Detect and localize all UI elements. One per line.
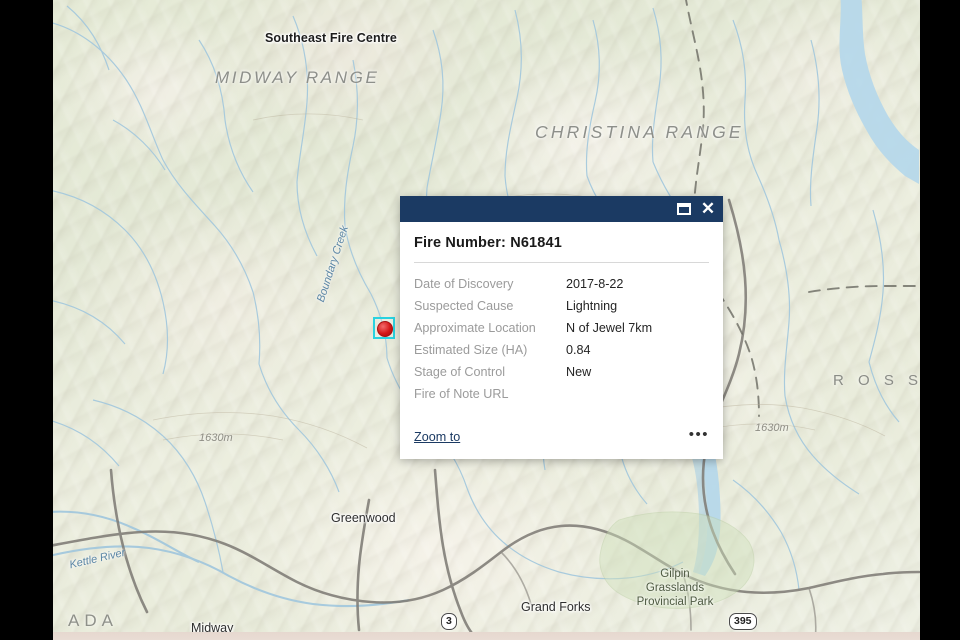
feature-info-popup[interactable]: ✕ Fire Number: N61841 Date of Discovery … bbox=[400, 196, 723, 459]
attribute-value: 2017-8-22 bbox=[566, 277, 624, 291]
screenshot-stage: Southeast Fire Centre MIDWAY RANGE CHRIS… bbox=[0, 0, 960, 640]
popup-title-bar: ✕ bbox=[400, 196, 723, 222]
attribute-label: Approximate Location bbox=[414, 321, 536, 335]
table-row: Suspected Cause Lightning bbox=[414, 295, 709, 317]
more-actions-icon[interactable]: ••• bbox=[689, 427, 709, 446]
attribute-value: New bbox=[566, 365, 592, 379]
protected-area-polygon bbox=[599, 511, 755, 609]
attribute-label: Stage of Control bbox=[414, 365, 506, 379]
popup-title: Fire Number: N61841 bbox=[414, 235, 562, 251]
maximize-icon[interactable] bbox=[677, 203, 691, 215]
kettle-river bbox=[53, 510, 410, 608]
attribute-value: N of Jewel 7km bbox=[566, 321, 653, 335]
attribute-value: 0.84 bbox=[566, 343, 591, 357]
attribute-label: Suspected Cause bbox=[414, 299, 514, 313]
attribute-label: Estimated Size (HA) bbox=[414, 343, 528, 357]
map-attribution-strip bbox=[53, 632, 920, 640]
table-row: Fire of Note URL bbox=[414, 383, 709, 405]
popup-divider bbox=[414, 262, 709, 263]
letterbox-bar-left bbox=[0, 0, 53, 640]
table-row: Stage of Control New bbox=[414, 361, 709, 383]
table-row: Date of Discovery 2017-8-22 bbox=[414, 273, 709, 295]
table-row: Approximate Location N of Jewel 7km bbox=[414, 317, 709, 339]
feature-attribute-table: Date of Discovery 2017-8-22 Suspected Ca… bbox=[414, 273, 709, 405]
table-row: Estimated Size (HA) 0.84 bbox=[414, 339, 709, 361]
fire-incident-marker[interactable] bbox=[373, 317, 395, 339]
close-icon[interactable]: ✕ bbox=[700, 200, 716, 217]
popup-footer: Zoom to ••• bbox=[400, 405, 723, 459]
attribute-label: Fire of Note URL bbox=[414, 387, 509, 401]
attribute-label: Date of Discovery bbox=[414, 277, 514, 291]
highway-shield-3[interactable]: 3 bbox=[441, 613, 457, 630]
popup-body: Fire Number: N61841 Date of Discovery 20… bbox=[400, 222, 723, 405]
attribute-value: Lightning bbox=[566, 299, 618, 313]
letterbox-bar-right bbox=[920, 0, 960, 640]
attribute-value bbox=[566, 383, 709, 405]
marker-dot-icon bbox=[377, 321, 393, 337]
highway-shield-395[interactable]: 395 bbox=[729, 613, 757, 630]
zoom-to-link[interactable]: Zoom to bbox=[414, 430, 460, 444]
